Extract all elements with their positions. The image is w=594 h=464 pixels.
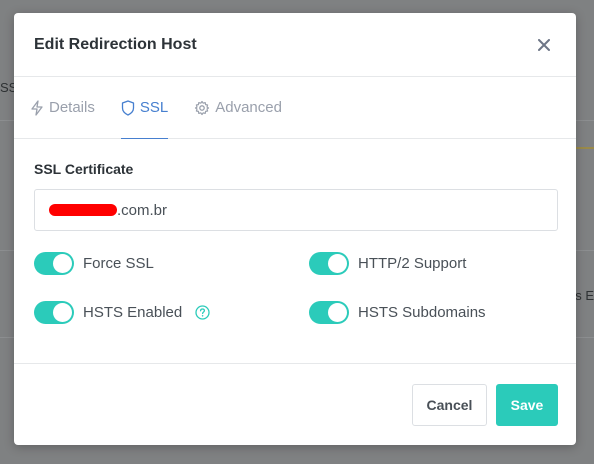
tab-ssl-label: SSL (139, 99, 169, 116)
close-icon[interactable] (534, 35, 554, 55)
tab-ssl[interactable]: SSL (120, 77, 169, 139)
gear-icon (195, 100, 210, 115)
modal-header: Edit Redirection Host (14, 13, 576, 77)
ssl-toggles: Force SSL HTTP/2 Support HSTS Enabled HS… (34, 252, 558, 324)
tab-advanced-label: Advanced (215, 99, 282, 116)
toggle-http2-support: HTTP/2 Support (309, 252, 559, 275)
toggle-hsts-subdomains: HSTS Subdomains (309, 301, 559, 324)
shield-icon (121, 99, 135, 116)
modal-tabs: Details SSL Advanced (14, 77, 576, 139)
hsts-enabled-switch[interactable] (34, 301, 74, 324)
redaction-mark (49, 204, 117, 216)
force-ssl-label: Force SSL (83, 255, 154, 272)
ssl-certificate-select[interactable]: .com.br (34, 189, 558, 231)
modal-title: Edit Redirection Host (34, 35, 197, 53)
http2-support-switch[interactable] (309, 252, 349, 275)
http2-support-label: HTTP/2 Support (358, 255, 467, 272)
modal-footer: Cancel Save (14, 363, 576, 445)
ssl-tab-panel: SSL Certificate .com.br Force SSL HTTP/2… (14, 139, 576, 324)
hsts-subdomains-switch[interactable] (309, 301, 349, 324)
save-button[interactable]: Save (496, 383, 558, 426)
tab-details-label: Details (49, 99, 95, 116)
edit-redirection-host-modal: Edit Redirection Host Details SSL Advanc… (14, 13, 576, 445)
toggle-hsts-enabled: HSTS Enabled (34, 301, 309, 324)
bolt-icon (31, 99, 43, 116)
tab-details[interactable]: Details (30, 77, 95, 139)
ssl-certificate-value: .com.br (117, 201, 168, 219)
hsts-subdomains-label: HSTS Subdomains (358, 304, 486, 321)
tab-advanced[interactable]: Advanced (194, 77, 282, 139)
toggle-force-ssl: Force SSL (34, 252, 309, 275)
ssl-certificate-label: SSL Certificate (34, 161, 134, 177)
force-ssl-switch[interactable] (34, 252, 74, 275)
background-accent-line (574, 147, 594, 149)
cancel-button[interactable]: Cancel (412, 383, 487, 426)
help-circle-icon[interactable] (195, 305, 210, 320)
hsts-enabled-label: HSTS Enabled (83, 304, 183, 321)
